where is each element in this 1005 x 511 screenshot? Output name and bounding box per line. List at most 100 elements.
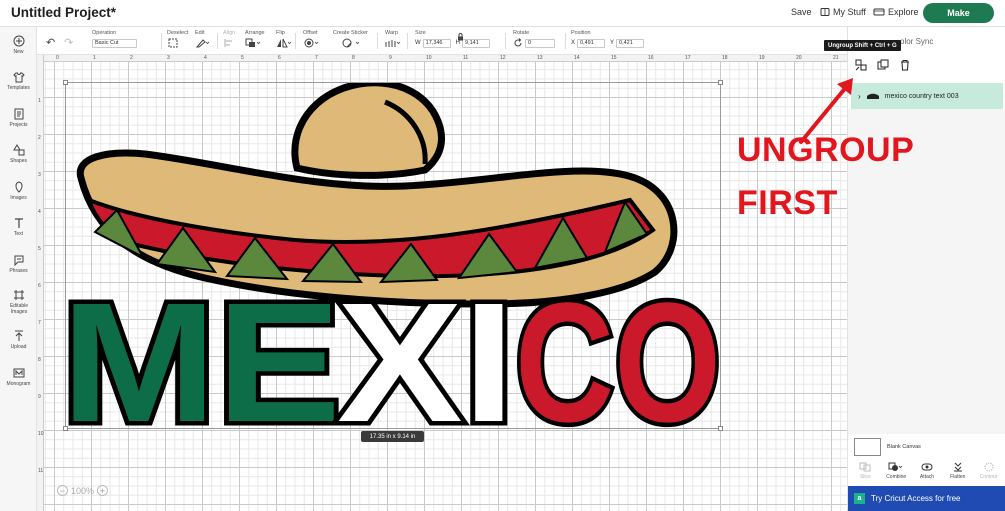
width-label: W <box>415 40 421 46</box>
undo-icon[interactable]: ↶ <box>46 36 55 49</box>
project-title[interactable]: Untitled Project* <box>11 5 116 20</box>
ruler-tick: 1 <box>93 55 96 61</box>
ruler-tick: 16 <box>648 55 654 61</box>
resize-handle[interactable] <box>718 426 723 431</box>
design-canvas[interactable]: 0 1 2 3 4 5 6 7 8 9 10 11 12 13 14 15 16 17 18 19 20 21 12345… <box>37 55 847 511</box>
save-button[interactable]: Save <box>791 7 812 17</box>
explore-button[interactable]: Explore <box>873 7 919 17</box>
sidebar-item-images[interactable]: Images <box>0 181 37 201</box>
sidebar-item-label: Templates <box>7 85 30 91</box>
sticker-icon <box>342 38 360 48</box>
sidebar-item-monogram[interactable]: Monogram <box>0 367 37 387</box>
flip-group[interactable]: Flip <box>276 30 292 48</box>
sidebar-item-phrases[interactable]: Phrases <box>0 254 37 274</box>
my-stuff-button[interactable]: My Stuff <box>820 7 866 17</box>
toolbar-divider <box>565 33 566 49</box>
sidebar-item-shapes[interactable]: Shapes <box>0 144 37 164</box>
ruler-tick: 2 <box>130 55 133 61</box>
position-x-label: X <box>571 40 576 46</box>
resize-handle[interactable] <box>63 426 68 431</box>
position-y-input[interactable]: 0,421 <box>616 38 645 48</box>
warp-icon <box>385 40 401 47</box>
top-header: Untitled Project* Save My Stuff Explore … <box>0 0 1005 27</box>
annotation-line-1: UNGROUP <box>737 131 915 169</box>
ruler-tick: 19 <box>759 55 765 61</box>
flatten-label: Flatten <box>950 474 966 480</box>
ruler-tick: 2 <box>38 135 41 141</box>
combine-button[interactable]: Combine <box>883 462 909 486</box>
rotate-group: Rotate 0 <box>513 30 555 48</box>
layer-thumbnail-icon <box>866 93 879 99</box>
ungroup-tooltip: Ungroup Shift + Ctrl + G <box>824 40 901 51</box>
deselect-icon <box>168 38 178 48</box>
sidebar-item-label: Projects <box>9 122 28 128</box>
ruler-tick: 5 <box>38 246 41 252</box>
shapes-icon <box>12 144 24 156</box>
sidebar-item-new[interactable]: New <box>0 35 37 55</box>
sidebar-item-projects[interactable]: Projects <box>0 108 37 128</box>
ungroup-button[interactable] <box>854 58 868 72</box>
monogram-icon <box>13 368 24 378</box>
offset-icon <box>304 38 319 48</box>
warp-group[interactable]: Warp <box>385 30 403 48</box>
flatten-button[interactable]: Flatten <box>945 462 971 486</box>
deselect-group[interactable]: Deselect <box>167 30 188 48</box>
sidebar-item-text[interactable]: Text <box>0 217 37 237</box>
sidebar-item-templates[interactable]: Templates <box>0 71 37 91</box>
resize-handle[interactable] <box>718 80 723 85</box>
redo-icon[interactable]: ↷ <box>64 36 73 49</box>
make-button[interactable]: Make <box>923 3 994 23</box>
ruler-tick: 20 <box>796 55 802 61</box>
ruler-tick: 4 <box>38 209 41 215</box>
create-sticker-label: Create Sticker <box>333 30 368 36</box>
upload-icon <box>14 330 23 341</box>
cricut-access-banner[interactable]: a Try Cricut Access for free <box>848 486 1005 511</box>
ruler-tick: 5 <box>241 55 244 61</box>
blank-canvas-swatch[interactable] <box>854 438 881 456</box>
contour-button[interactable]: Contour <box>976 462 1002 486</box>
zoom-level: 100% <box>71 485 95 496</box>
offset-group[interactable]: Offset <box>303 30 321 48</box>
editable-images-icon <box>13 290 24 300</box>
attach-button[interactable]: Attach <box>914 462 940 486</box>
zoom-in-button[interactable]: + <box>97 485 109 496</box>
rotate-input[interactable]: 0 <box>525 38 555 48</box>
arrange-icon <box>245 38 261 47</box>
ruler-tick: 7 <box>38 320 41 326</box>
lock-icon[interactable] <box>457 33 464 41</box>
position-x-input[interactable]: 0,491 <box>577 38 606 48</box>
layer-item[interactable]: › mexico country text 003 <box>851 83 1003 109</box>
height-input[interactable]: 9,141 <box>462 38 491 48</box>
ruler-tick: 7 <box>315 55 318 61</box>
arrange-group[interactable]: Arrange <box>245 30 265 48</box>
ruler-tick: 8 <box>352 55 355 61</box>
sidebar-item-editable-images[interactable]: Editable Images <box>0 289 37 315</box>
ruler-tick: 13 <box>537 55 543 61</box>
edit-label: Edit <box>195 30 205 36</box>
resize-handle[interactable] <box>63 80 68 85</box>
toolbar-divider <box>295 33 296 49</box>
sidebar-item-upload[interactable]: Upload <box>0 330 37 350</box>
ruler-tick: 10 <box>426 55 432 61</box>
size-label: Size <box>415 30 426 36</box>
width-input[interactable]: 17,346 <box>422 38 451 48</box>
contour-icon <box>984 462 994 472</box>
blank-canvas-row[interactable]: Blank Canvas <box>854 438 921 456</box>
warp-label: Warp <box>385 30 398 36</box>
duplicate-button[interactable] <box>876 58 890 72</box>
zoom-out-button[interactable]: − <box>57 485 68 496</box>
align-group[interactable]: Align <box>223 30 239 48</box>
offset-label: Offset <box>303 30 318 36</box>
rotate-icon <box>514 38 522 47</box>
delete-button[interactable] <box>898 58 912 72</box>
ruler-left: 1 2 3 4 5 6 7 8 9 10 11 <box>37 55 44 511</box>
arrange-label: Arrange <box>245 30 265 36</box>
slice-button[interactable]: Slice <box>852 462 878 486</box>
edit-group[interactable]: Edit <box>195 30 209 48</box>
toolbar-divider <box>505 33 506 49</box>
operation-select[interactable]: Basic Cut <box>92 38 137 48</box>
create-sticker-group[interactable]: Create Sticker <box>333 30 368 48</box>
color-sync-tab[interactable]: olor Sync <box>900 37 933 46</box>
text-icon <box>14 218 23 228</box>
sidebar-item-label: New <box>13 49 24 55</box>
